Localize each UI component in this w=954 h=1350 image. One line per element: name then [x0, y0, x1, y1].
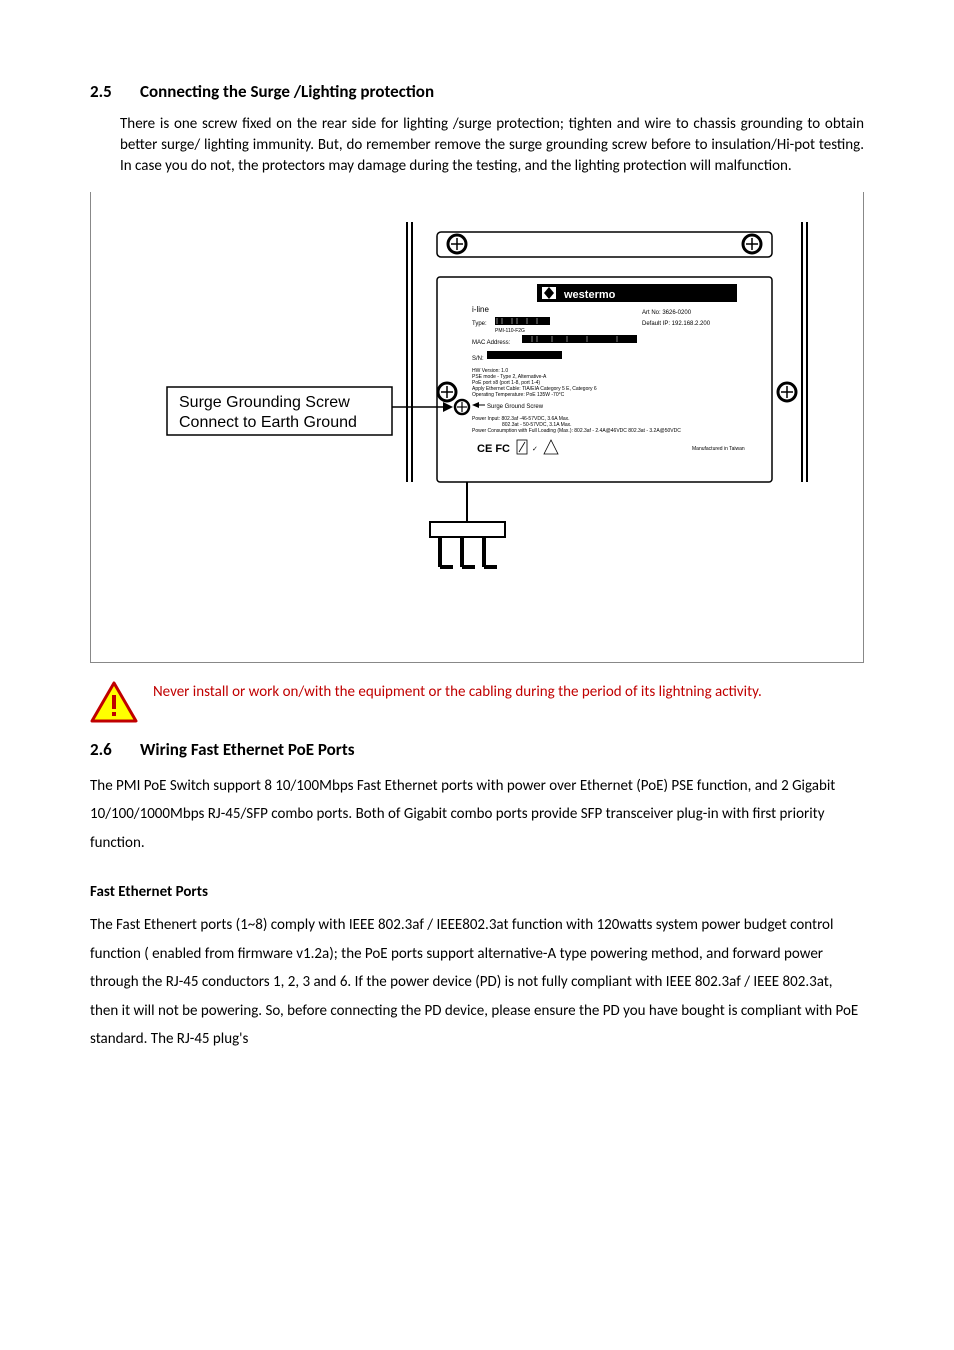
svg-text:CE FC: CE FC — [477, 443, 510, 455]
fast-ethernet-heading: Fast Ethernet Ports — [90, 882, 864, 903]
section-2-6-body: The PMI PoE Switch support 8 10/100Mbps … — [90, 772, 864, 858]
svg-text:westermo: westermo — [563, 289, 616, 301]
section-2-5-heading: 2.5 Connecting the Surge /Lighting prote… — [90, 80, 864, 104]
section-2-5-number: 2.5 — [90, 80, 140, 104]
svg-text:Connect to Earth Ground: Connect to Earth Ground — [179, 414, 357, 431]
section-2-5-title: Connecting the Surge /Lighting protectio… — [140, 80, 434, 104]
fast-ethernet-body: The Fast Ethenert ports (1~8) comply wit… — [90, 911, 864, 1054]
svg-text:Operating Temperature: PoE 135: Operating Temperature: PoE 135W -70°C — [472, 392, 565, 398]
warning-text: Never install or work on/with the equipm… — [153, 678, 762, 707]
section-2-6-heading: 2.6 Wiring Fast Ethernet PoE Ports — [90, 738, 864, 762]
svg-text:Manufactured in Taiwan: Manufactured in Taiwan — [692, 446, 745, 452]
section-2-6-number: 2.6 — [90, 738, 140, 762]
warning-icon — [90, 681, 138, 723]
svg-text:PMI-110-F2G: PMI-110-F2G — [495, 328, 525, 334]
svg-text:Default IP: 192.168.2.200: Default IP: 192.168.2.200 — [642, 321, 711, 327]
svg-text:MAC Address:: MAC Address: — [472, 340, 511, 346]
surge-diagram-container: westermo i-line Art No: 3626-0200 Type: … — [90, 192, 864, 663]
svg-text:S/N:: S/N: — [472, 356, 484, 362]
svg-text:Surge Ground Screw: Surge Ground Screw — [487, 404, 544, 410]
section-2-5-body: There is one screw fixed on the rear sid… — [90, 114, 864, 177]
svg-text:Power Consumption with Full Lo: Power Consumption with Full Loading (Max… — [472, 428, 681, 434]
svg-text:Art No: 3626-0200: Art No: 3626-0200 — [642, 310, 692, 316]
section-2-6-title: Wiring Fast Ethernet PoE Ports — [140, 738, 355, 762]
svg-text:Surge Grounding Screw: Surge Grounding Screw — [179, 394, 350, 411]
svg-text:i-line: i-line — [472, 305, 489, 314]
warning-block: Never install or work on/with the equipm… — [90, 678, 864, 723]
svg-text:✓: ✓ — [532, 446, 538, 453]
surge-diagram: westermo i-line Art No: 3626-0200 Type: … — [137, 222, 817, 582]
svg-text:Type:: Type: — [472, 321, 487, 327]
